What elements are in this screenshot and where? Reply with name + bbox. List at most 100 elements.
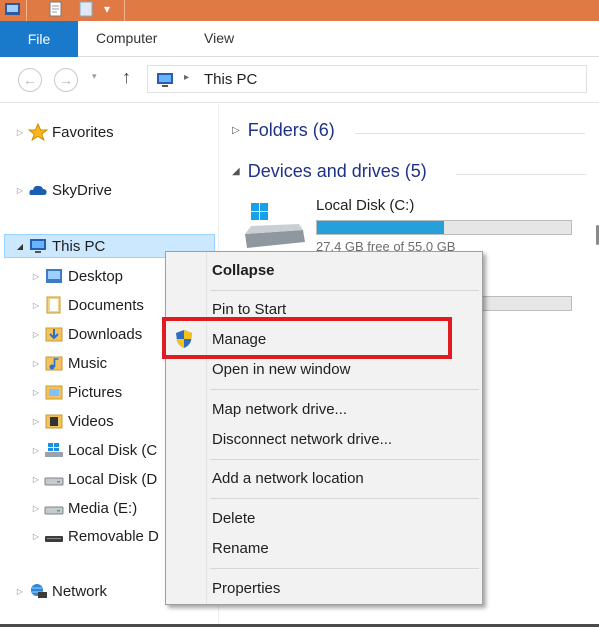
expand-arrow-icon[interactable]: ▷	[30, 301, 42, 310]
menu-item-collapse[interactable]: Collapse	[212, 262, 275, 279]
tab-computer[interactable]: Computer	[96, 30, 157, 46]
nav-label: Media (E:)	[68, 499, 138, 517]
nav-desktop[interactable]: ▷ Desktop	[30, 264, 123, 288]
drive-c-usage-fill	[317, 221, 444, 234]
windows-drive-icon[interactable]	[241, 200, 309, 256]
group-divider	[456, 174, 586, 175]
nav-label: Local Disk (D	[68, 470, 158, 488]
collapse-arrow-icon[interactable]: ◢	[14, 242, 26, 251]
context-menu: Collapse Pin to Start Manage Open in new…	[165, 251, 483, 605]
menu-item-map-network-drive[interactable]: Map network drive...	[212, 401, 347, 418]
nav-pictures[interactable]: ▷ Pictures	[30, 380, 122, 404]
nav-media-e[interactable]: ▷ Media (E:)	[30, 496, 137, 520]
desktop-folder-icon	[46, 269, 62, 283]
nav-label: Documents	[68, 296, 144, 314]
menu-separator	[210, 459, 479, 460]
up-arrow-icon[interactable]: ↑	[122, 67, 131, 88]
expand-arrow-icon[interactable]: ▷	[30, 359, 42, 368]
breadcrumb-this-pc[interactable]: This PC	[204, 71, 257, 88]
videos-folder-icon	[45, 414, 63, 429]
expand-arrow-icon[interactable]: ▷	[232, 125, 240, 136]
nav-music[interactable]: ▷ Music	[30, 351, 107, 375]
expand-arrow-icon[interactable]: ▷	[14, 587, 26, 596]
nav-network[interactable]: ▷ Network	[14, 579, 107, 603]
menu-item-delete[interactable]: Delete	[212, 510, 255, 527]
menu-icon-column	[206, 252, 207, 604]
windows-drive-icon	[45, 443, 63, 457]
ribbon: File Computer View	[0, 21, 599, 57]
menu-item-properties[interactable]: Properties	[212, 580, 280, 597]
address-box[interactable]: ▸ This PC	[147, 65, 587, 93]
address-bar-row: ← → ▾ ↑ ▸ This PC	[0, 57, 599, 103]
back-button[interactable]: ←	[18, 68, 42, 92]
expand-arrow-icon[interactable]: ▷	[30, 504, 42, 513]
expand-arrow-icon[interactable]: ▷	[14, 186, 26, 195]
nav-local-disk-c[interactable]: ▷ Local Disk (C	[30, 438, 157, 462]
menu-item-disconnect-network-drive[interactable]: Disconnect network drive...	[212, 431, 392, 448]
hard-drive-icon	[44, 506, 64, 515]
recent-locations-chevron-icon[interactable]: ▾	[92, 71, 97, 82]
nav-label: This PC	[52, 237, 106, 255]
nav-label: Pictures	[68, 383, 123, 401]
removable-drive-icon	[45, 536, 63, 542]
nav-documents[interactable]: ▷ Documents	[30, 293, 144, 317]
group-devices[interactable]: ◢ Devices and drives (5)	[232, 161, 427, 182]
downloads-folder-icon	[45, 327, 63, 342]
menu-separator	[210, 290, 479, 291]
menu-item-add-network-location[interactable]: Add a network location	[212, 470, 364, 487]
nav-label: Removable D	[68, 527, 159, 545]
new-folder-icon[interactable]	[78, 1, 96, 18]
nav-skydrive[interactable]: ▷ SkyDrive	[14, 178, 112, 202]
nav-label: Downloads	[68, 325, 143, 343]
collapse-arrow-icon[interactable]: ◢	[232, 166, 240, 177]
manage-highlight-box	[162, 317, 452, 359]
expand-arrow-icon[interactable]: ▷	[30, 388, 42, 397]
forward-arrow-icon: →	[59, 72, 73, 88]
menu-item-open-new-window[interactable]: Open in new window	[212, 361, 350, 378]
nav-label: Favorites	[52, 123, 114, 141]
menu-item-rename[interactable]: Rename	[212, 540, 269, 557]
nav-label: Music	[68, 354, 108, 372]
nav-videos[interactable]: ▷ Videos	[30, 409, 114, 433]
nav-label: Network	[52, 582, 108, 600]
group-folders[interactable]: ▷ Folders (6)	[232, 120, 335, 141]
properties-icon[interactable]	[48, 1, 64, 18]
explorer-app-icon[interactable]	[4, 1, 22, 18]
back-arrow-icon: ←	[23, 72, 37, 88]
expand-arrow-icon[interactable]: ▷	[30, 417, 42, 426]
cloud-icon	[29, 185, 47, 195]
expand-arrow-icon[interactable]: ▷	[30, 475, 42, 484]
this-pc-icon	[30, 239, 46, 253]
star-icon	[28, 123, 48, 141]
nav-label: Desktop	[68, 267, 124, 285]
title-bar: ▾	[0, 0, 599, 21]
music-folder-icon	[45, 356, 63, 371]
expand-arrow-icon[interactable]: ▷	[30, 446, 42, 455]
menu-item-pin-to-start[interactable]: Pin to Start	[212, 301, 286, 318]
breadcrumb-separator-icon[interactable]: ▸	[184, 72, 189, 83]
pictures-folder-icon	[45, 385, 63, 400]
customize-toolbar-icon[interactable]: ▾	[104, 2, 110, 19]
this-pc-icon	[157, 73, 173, 87]
group-devices-label: Devices and drives (5)	[247, 161, 427, 181]
expand-arrow-icon[interactable]: ▷	[30, 330, 42, 339]
tab-file[interactable]: File	[0, 21, 78, 57]
nav-removable-disk[interactable]: ▷ Removable D	[30, 524, 159, 548]
group-divider	[355, 133, 585, 134]
nav-label: Videos	[68, 412, 114, 430]
drive-c-label[interactable]: Local Disk (C:)	[316, 197, 414, 214]
menu-separator	[210, 498, 479, 499]
forward-button[interactable]: →	[54, 68, 78, 92]
group-folders-label: Folders (6)	[247, 120, 335, 140]
menu-separator	[210, 568, 479, 569]
expand-arrow-icon[interactable]: ▷	[30, 532, 42, 541]
nav-favorites[interactable]: ▷ Favorites	[14, 120, 114, 144]
expand-arrow-icon[interactable]: ▷	[14, 128, 26, 137]
nav-local-disk-d[interactable]: ▷ Local Disk (D	[30, 467, 157, 491]
drive-c-usage-bar	[316, 220, 572, 235]
menu-separator	[210, 389, 479, 390]
drive-d-usage-bar	[470, 296, 572, 311]
nav-downloads[interactable]: ▷ Downloads	[30, 322, 142, 346]
tab-view[interactable]: View	[204, 30, 234, 46]
expand-arrow-icon[interactable]: ▷	[30, 272, 42, 281]
